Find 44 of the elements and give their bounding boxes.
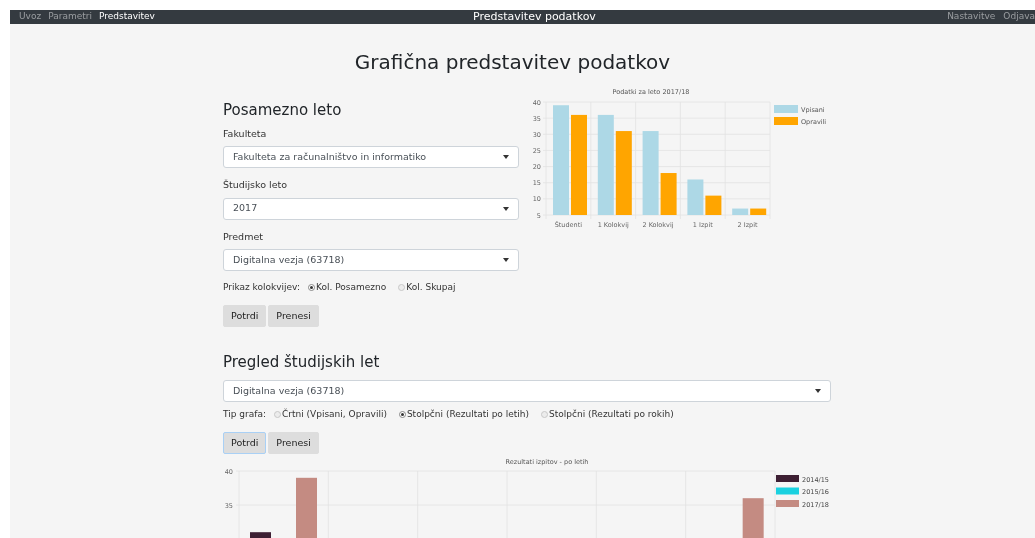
radio-button[interactable] bbox=[308, 284, 315, 291]
caret-icon bbox=[503, 257, 509, 262]
page-title: Grafična predstavitev podatkov bbox=[353, 48, 672, 76]
bar bbox=[250, 532, 271, 538]
legend-swatch bbox=[774, 116, 798, 125]
field-label: Predmet bbox=[223, 229, 264, 244]
radio-button[interactable] bbox=[541, 411, 548, 418]
radio-option[interactable]: Kol. Skupaj bbox=[398, 280, 456, 295]
navbar-title: Predstavitev podatkov bbox=[473, 8, 596, 25]
radio-option[interactable]: Kol. Posamezno bbox=[308, 280, 387, 295]
caret-icon bbox=[815, 388, 821, 393]
legend-swatch bbox=[776, 487, 799, 495]
nav-link[interactable]: Odjava bbox=[1003, 10, 1035, 24]
radio-button[interactable] bbox=[273, 411, 281, 418]
action-button[interactable]: Potrdi bbox=[223, 432, 267, 455]
nav-link[interactable]: Parametri bbox=[48, 10, 92, 24]
dropdown[interactable]: Digitalna vezja (63718) bbox=[223, 248, 519, 271]
radio-group-label: Prikaz kolokvijev: bbox=[223, 280, 300, 294]
nav-link[interactable]: Predstavitev bbox=[98, 10, 155, 24]
legend-swatch bbox=[776, 475, 799, 483]
action-button[interactable]: Prenesi bbox=[268, 432, 319, 455]
radio-group-label: Tip grafa: bbox=[223, 407, 266, 421]
radio-button[interactable] bbox=[398, 411, 406, 418]
action-button[interactable]: Potrdi bbox=[223, 305, 267, 328]
radio-button[interactable] bbox=[398, 284, 406, 291]
caret-icon bbox=[503, 206, 509, 211]
radio-option[interactable]: Stolpčni (Rezultati po letih) bbox=[398, 407, 529, 422]
field-label: Študijsko leto bbox=[223, 178, 289, 193]
section-heading: Posamezno leto bbox=[223, 99, 343, 121]
nav-link[interactable]: Nastavitve bbox=[947, 10, 996, 24]
dropdown[interactable]: Digitalna vezja (63718) bbox=[223, 379, 831, 402]
radio-option[interactable]: Stolpčni (Rezultati po rokih) bbox=[541, 407, 674, 422]
action-button[interactable]: Prenesi bbox=[268, 305, 319, 328]
dropdown[interactable]: 2017 bbox=[223, 197, 519, 220]
legend-swatch bbox=[776, 500, 799, 508]
dropdown[interactable]: Fakulteta za računalništvo in informatiko bbox=[223, 146, 519, 169]
legend-swatch bbox=[774, 104, 798, 113]
radio-option[interactable]: Črtni (Vpisani, Opravili) bbox=[273, 407, 387, 422]
nav-link[interactable]: Uvoz bbox=[19, 10, 42, 24]
bar bbox=[742, 498, 764, 538]
section-heading: Pregled študijskih let bbox=[223, 352, 381, 374]
bar bbox=[296, 478, 317, 538]
caret-icon bbox=[503, 155, 509, 160]
field-label: Fakulteta bbox=[223, 127, 268, 141]
